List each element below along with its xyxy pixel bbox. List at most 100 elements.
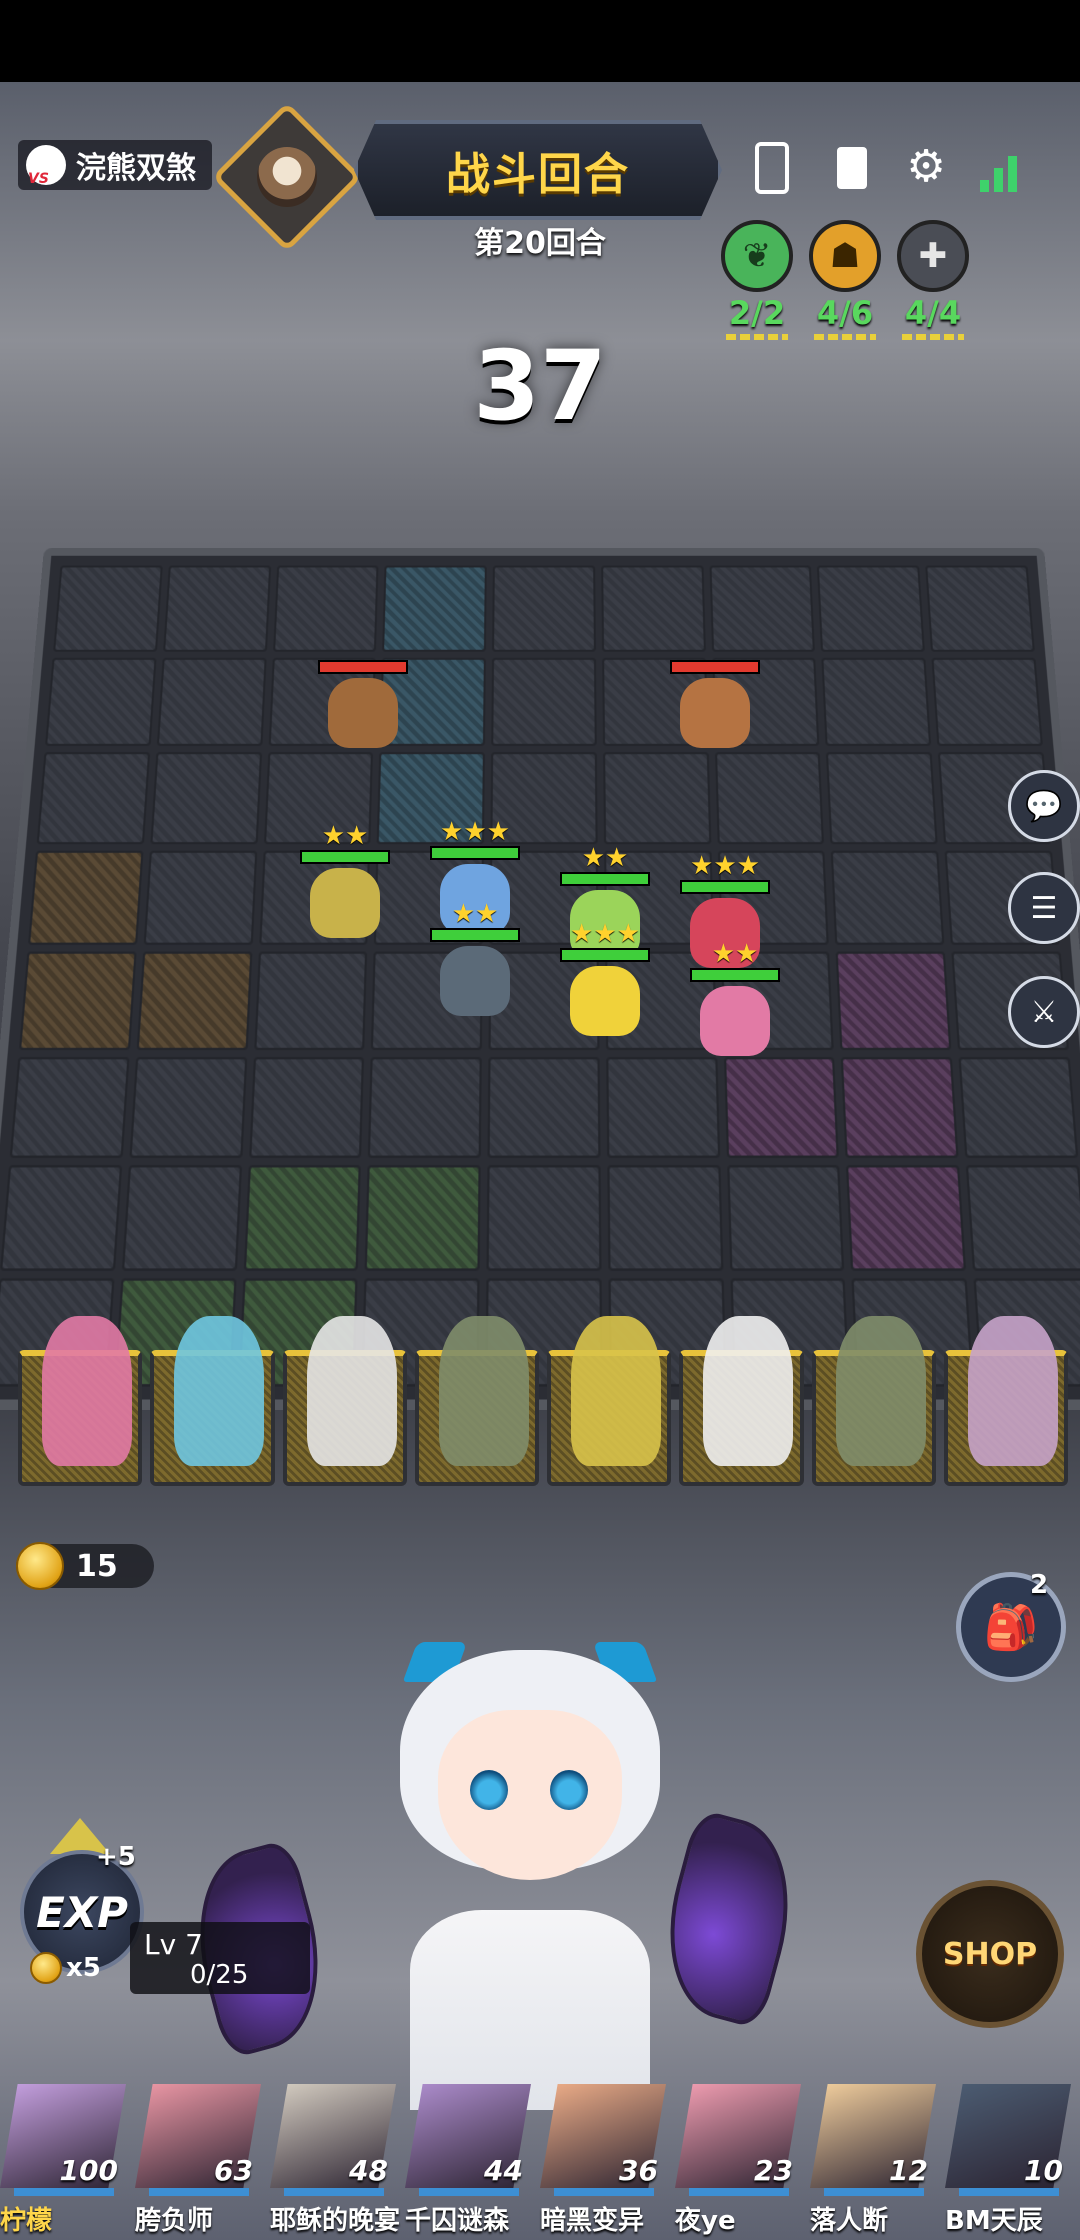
player-hp-bar — [824, 2188, 924, 2196]
bag-button[interactable]: 🎒 — [956, 1572, 1066, 1682]
bench-slot[interactable] — [811, 1316, 936, 1486]
bench-slot[interactable] — [150, 1316, 275, 1486]
board-cell[interactable] — [714, 752, 825, 844]
board-cell[interactable] — [602, 752, 712, 844]
battle-board[interactable] — [0, 548, 1080, 1410]
exp-bonus: +5 — [96, 1842, 136, 1872]
status-bar — [0, 0, 1080, 82]
player-roster: 100 柠檬 63 胯负师 48 耶稣的晚宴 44 千囚谜森 36 暗黑变异 23 夜ye 12 落人断 1… — [0, 2084, 1080, 2240]
player-list-button[interactable]: ☰ — [1008, 872, 1080, 944]
bench[interactable] — [18, 1316, 1068, 1486]
phase-title: 战斗回合 — [446, 149, 630, 200]
board-cell[interactable] — [846, 1165, 967, 1271]
ally-unit[interactable]: ★★ — [300, 822, 390, 938]
player-card[interactable]: 23 夜ye — [675, 2084, 801, 2240]
board-cell[interactable] — [253, 951, 368, 1050]
board-cell[interactable] — [272, 565, 379, 652]
board-cell[interactable] — [931, 657, 1043, 746]
synergy-progress — [902, 334, 964, 340]
synergy-cross[interactable]: ✚ 4/4 — [896, 220, 970, 340]
board-cell[interactable] — [817, 565, 926, 652]
board-cell[interactable] — [0, 1165, 122, 1271]
bench-slot[interactable] — [547, 1316, 672, 1486]
ally-unit[interactable]: ★★★ — [680, 852, 770, 968]
board-cell[interactable] — [36, 752, 150, 844]
board-cell[interactable] — [162, 565, 271, 652]
board-cell[interactable] — [726, 1165, 845, 1271]
leaf-icon: ❦ — [721, 220, 793, 292]
card-icon[interactable] — [828, 144, 876, 192]
player-card[interactable]: 48 耶稣的晚宴 — [270, 2084, 400, 2240]
player-card[interactable]: 12 落人断 — [810, 2084, 936, 2240]
board-cell[interactable] — [9, 1056, 130, 1158]
board-cell[interactable] — [831, 850, 945, 945]
board-cell[interactable] — [601, 565, 706, 652]
board-cell[interactable] — [925, 565, 1035, 652]
ally-unit[interactable]: ★★★ — [560, 920, 650, 1036]
chat-button[interactable]: 💬 — [1008, 770, 1080, 842]
board-cell[interactable] — [487, 1056, 601, 1158]
board-cell[interactable] — [607, 1165, 724, 1271]
board-cell[interactable] — [27, 850, 144, 945]
board-cell[interactable] — [382, 565, 487, 652]
gold-value: 15 — [76, 1548, 118, 1584]
player-avatar-character[interactable] — [360, 1650, 700, 2110]
board-cell[interactable] — [156, 657, 267, 746]
board-cell[interactable] — [18, 951, 137, 1050]
shop-button[interactable]: SHOP — [916, 1880, 1064, 2028]
bench-slot[interactable] — [414, 1316, 539, 1486]
enemy-unit-raccoon[interactable] — [670, 660, 760, 760]
phone-rotate-icon[interactable] — [748, 144, 796, 192]
board-cell[interactable] — [966, 1165, 1080, 1271]
player-card[interactable]: 100 柠檬 — [0, 2084, 126, 2240]
board-cell[interactable] — [129, 1056, 247, 1158]
player-name: 千囚谜森 — [405, 2206, 510, 2236]
player-hp-bar — [14, 2188, 114, 2196]
player-card[interactable]: 10 BM天辰 — [945, 2084, 1071, 2240]
player-hp: 100 — [59, 2154, 118, 2187]
player-hp: 36 — [619, 2154, 658, 2187]
bench-slot[interactable] — [943, 1316, 1068, 1486]
board-cell[interactable] — [364, 1165, 481, 1271]
board-cell[interactable] — [723, 1056, 840, 1158]
player-card[interactable]: 36 暗黑变异 — [540, 2084, 666, 2240]
enemy-unit-raccoon[interactable] — [318, 660, 408, 760]
vs-icon — [26, 145, 66, 187]
board-cell[interactable] — [248, 1056, 365, 1158]
player-card[interactable]: 44 千囚谜森 — [405, 2084, 531, 2240]
opponent-tag[interactable]: 浣熊双煞 — [18, 140, 212, 190]
board-cell[interactable] — [243, 1165, 362, 1271]
countdown-timer: 37 — [473, 330, 607, 442]
board-cell[interactable] — [486, 1165, 602, 1271]
board-cell[interactable] — [150, 752, 262, 844]
bench-slot[interactable] — [679, 1316, 804, 1486]
bag-count: 2 — [1030, 1570, 1049, 1600]
board-cell[interactable] — [826, 752, 938, 844]
bench-slot[interactable] — [18, 1316, 143, 1486]
ally-unit[interactable]: ★★ — [430, 900, 520, 1016]
gear-icon[interactable]: ⚙ — [902, 141, 950, 192]
board-cell[interactable] — [709, 565, 816, 652]
ally-unit[interactable]: ★★ — [690, 940, 780, 1056]
battle-log-button[interactable]: ⚔ — [1008, 976, 1080, 1048]
synergy-leaf[interactable]: ❦ 2/2 — [720, 220, 794, 340]
synergy-progress — [814, 334, 876, 340]
board-cell[interactable] — [45, 657, 157, 746]
board-cell[interactable] — [121, 1165, 242, 1271]
player-hp-bar — [149, 2188, 249, 2196]
board-cell[interactable] — [368, 1056, 482, 1158]
board-cell[interactable] — [491, 657, 597, 746]
board-cell[interactable] — [492, 565, 596, 652]
board-cell[interactable] — [841, 1056, 959, 1158]
board-cell[interactable] — [606, 1056, 720, 1158]
board-cell[interactable] — [958, 1056, 1079, 1158]
player-card[interactable]: 63 胯负师 — [135, 2084, 261, 2240]
synergy-count: 4/6 — [816, 294, 874, 332]
board-cell[interactable] — [143, 850, 257, 945]
board-cell[interactable] — [53, 565, 163, 652]
board-cell[interactable] — [136, 951, 252, 1050]
bench-slot[interactable] — [282, 1316, 407, 1486]
synergy-hooded[interactable]: ☗ 4/6 — [808, 220, 882, 340]
board-cell[interactable] — [821, 657, 932, 746]
board-cell[interactable] — [836, 951, 952, 1050]
